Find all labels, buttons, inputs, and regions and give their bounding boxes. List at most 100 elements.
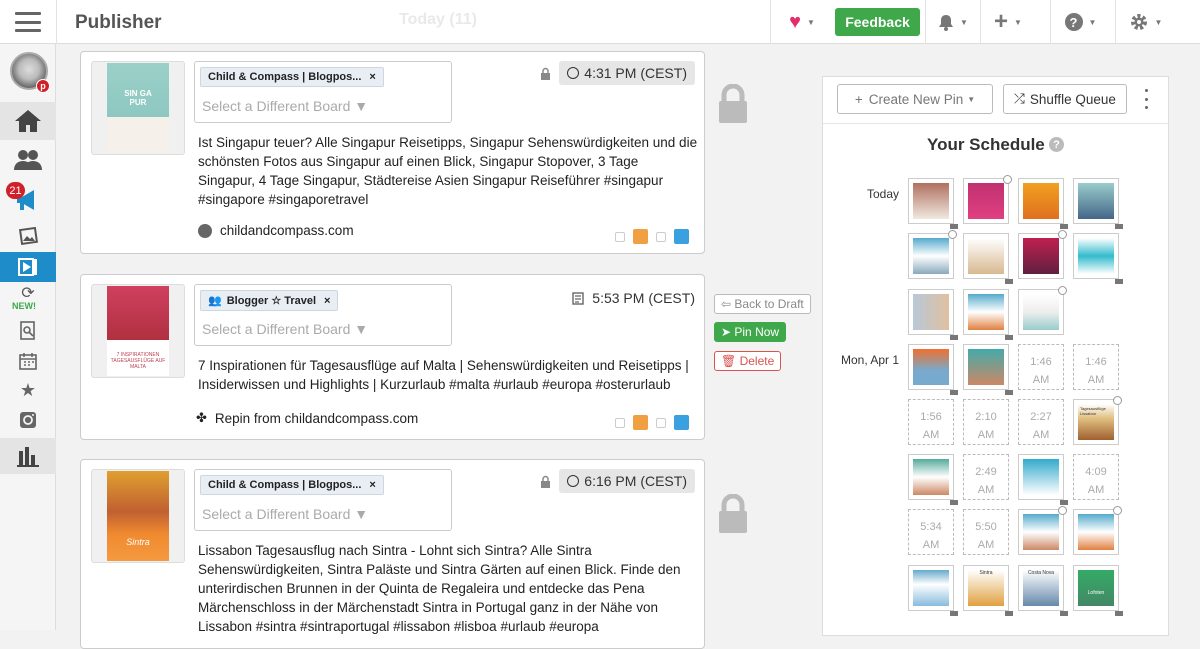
sidebar-item-community[interactable]	[0, 142, 56, 178]
scheduled-pin-slot[interactable]	[1018, 230, 1067, 279]
empty-time-slot[interactable]: 1:46 AM	[1018, 344, 1064, 390]
pin-image-text: SIN GA PUR	[124, 89, 152, 107]
scheduled-pin-slot[interactable]	[1073, 178, 1123, 229]
page-title: Publisher	[75, 12, 162, 33]
scheduled-pin-slot[interactable]: Costa Nova	[1018, 565, 1068, 616]
pinterest-badge-icon: p	[36, 79, 50, 93]
chevron-down-icon: ▼	[806, 17, 815, 27]
select-board-dropdown[interactable]: Select a Different Board ▼	[202, 506, 368, 522]
scheduled-pin-slot[interactable]	[963, 344, 1013, 395]
twitter-icon[interactable]	[674, 229, 689, 244]
settings-menu[interactable]: ▼	[1115, 0, 1175, 44]
pin-tile-text: Lofoten	[1078, 570, 1114, 606]
remove-board-icon[interactable]: ×	[369, 479, 375, 491]
more-options-icon[interactable]	[1141, 89, 1151, 109]
help-menu[interactable]: ? ▼	[1050, 0, 1110, 44]
slot-ampm: AM	[977, 484, 995, 496]
select-board-dropdown[interactable]: Select a Different Board ▼	[202, 321, 368, 337]
empty-time-slot[interactable]: 5:50 AM	[963, 509, 1009, 555]
scheduled-pin-slot[interactable]	[1018, 286, 1067, 335]
sidebar-item-search[interactable]	[0, 318, 56, 344]
empty-time-slot[interactable]: 2:10 AM	[963, 399, 1009, 445]
notifications-menu[interactable]: ▼	[925, 0, 980, 44]
twitter-checkbox[interactable]	[656, 417, 666, 428]
time-picker[interactable]: 4:31 PM (CEST)	[559, 61, 695, 85]
twitter-icon[interactable]	[674, 415, 689, 430]
empty-time-slot[interactable]: 2:27 AM	[1018, 399, 1064, 445]
sidebar-item-publisher[interactable]	[0, 252, 56, 282]
sidebar-item-calendar[interactable]	[0, 348, 56, 374]
time-picker[interactable]: 6:16 PM (CEST)	[559, 469, 695, 493]
sidebar-item-instagram[interactable]	[0, 406, 56, 434]
pin-thumbnail[interactable]: Sintra	[91, 469, 185, 563]
pin-description[interactable]: Lissabon Tagesausflug nach Sintra - Lohn…	[198, 541, 698, 636]
scheduled-pin-slot[interactable]	[963, 233, 1013, 284]
slot-ampm: AM	[922, 429, 940, 441]
board-tag[interactable]: Child & Compass | Blogpos... ×	[200, 475, 384, 495]
favorites-menu[interactable]: ♥ ▼	[770, 0, 833, 44]
sidebar-item-looping[interactable]: ⟳	[0, 284, 56, 302]
locked-post-lock-icon[interactable]	[717, 84, 749, 124]
scheduled-pin-slot[interactable]	[1073, 506, 1122, 555]
hamburger-menu-icon[interactable]	[15, 12, 41, 32]
scheduled-pin-slot[interactable]	[908, 344, 958, 395]
locked-post-lock-icon[interactable]	[717, 494, 749, 534]
lock-icon	[950, 500, 958, 505]
empty-time-slot[interactable]: 1:56 AM	[908, 399, 954, 445]
scheduled-pin-slot[interactable]	[1018, 506, 1067, 555]
pin-description[interactable]: Ist Singapur teuer? Alle Singapur Reiset…	[198, 133, 698, 209]
empty-time-slot[interactable]: 4:09 AM	[1073, 454, 1119, 500]
source-domain[interactable]: Repin from childandcompass.com	[215, 411, 418, 426]
pin-tile-text: Tagesausflüge Lissabon	[1078, 404, 1114, 440]
empty-time-slot[interactable]: 1:46 AM	[1073, 344, 1119, 390]
scheduled-pin-slot[interactable]	[1018, 178, 1068, 229]
empty-time-slot[interactable]: 2:49 AM	[963, 454, 1009, 500]
board-selector[interactable]: Child & Compass | Blogpos... × Select a D…	[194, 61, 452, 123]
sidebar-item-insights[interactable]	[0, 438, 56, 474]
sidebar-item-content[interactable]	[0, 222, 56, 250]
shuffle-queue-button[interactable]: ⤮ Shuffle Queue	[1003, 84, 1127, 114]
empty-time-slot[interactable]: 5:34 AM	[908, 509, 954, 555]
sidebar-item-favorites[interactable]: ★	[0, 377, 56, 403]
bar-chart-icon	[17, 447, 39, 467]
pin-description[interactable]: 7 Inspirationen für Tagesausflüge auf Ma…	[198, 356, 698, 394]
create-new-pin-button[interactable]: + Create New Pin ▼	[837, 84, 993, 114]
twitter-checkbox[interactable]	[656, 231, 666, 242]
board-tag[interactable]: 👥 Blogger ☆ Travel ×	[200, 290, 339, 311]
board-tag[interactable]: Child & Compass | Blogpos... ×	[200, 67, 384, 87]
scheduled-pin-slot[interactable]	[1073, 233, 1123, 284]
scheduled-pin-slot[interactable]	[908, 454, 958, 505]
scheduled-pin-slot[interactable]	[908, 289, 958, 340]
feedback-button[interactable]: Feedback	[835, 8, 920, 36]
pin-now-button[interactable]: ➤ Pin Now	[714, 322, 787, 342]
remove-board-icon[interactable]: ×	[324, 295, 330, 307]
time-label[interactable]: 5:53 PM (CEST)	[592, 290, 695, 306]
pinterest-icon[interactable]	[633, 229, 648, 244]
day-label-today: Today	[867, 187, 900, 201]
sidebar-item-home[interactable]	[0, 102, 56, 140]
back-to-draft-button[interactable]: ⇦ Back to Draft	[714, 294, 811, 314]
pinterest-checkbox[interactable]	[615, 417, 625, 428]
pin-thumbnail[interactable]: SIN GA PUR	[91, 61, 185, 155]
pinterest-icon[interactable]	[633, 415, 648, 430]
add-menu[interactable]: + ▼	[980, 0, 1035, 44]
scheduled-pin-slot[interactable]	[1018, 454, 1068, 505]
help-icon[interactable]: ?	[1049, 137, 1064, 152]
scheduled-pin-slot[interactable]	[963, 289, 1013, 340]
board-selector[interactable]: 👥 Blogger ☆ Travel × Select a Different Bo…	[194, 284, 452, 346]
scheduled-pin-slot[interactable]	[963, 175, 1012, 224]
scheduled-pin-slot[interactable]: Sintra	[963, 565, 1013, 616]
scheduled-pin-slot[interactable]	[908, 565, 958, 616]
scheduled-pin-slot[interactable]: Tagesausflüge Lissabon	[1073, 396, 1122, 445]
remove-board-icon[interactable]: ×	[369, 71, 375, 83]
board-selector[interactable]: Child & Compass | Blogpos... × Select a D…	[194, 469, 452, 531]
source-domain[interactable]: childandcompass.com	[220, 223, 354, 238]
scheduled-pin-slot[interactable]	[908, 230, 957, 279]
pin-thumbnail[interactable]: 7 INSPIRATIONEN TAGESAUSFLÜGE AUF MALTA	[91, 284, 185, 378]
scheduled-pin-slot[interactable]	[908, 178, 958, 229]
users-icon	[14, 150, 42, 170]
delete-button[interactable]: 🗑 Delete	[714, 351, 782, 371]
pinterest-checkbox[interactable]	[615, 231, 625, 242]
scheduled-pin-slot[interactable]: Lofoten	[1073, 565, 1123, 616]
select-board-dropdown[interactable]: Select a Different Board ▼	[202, 98, 368, 114]
